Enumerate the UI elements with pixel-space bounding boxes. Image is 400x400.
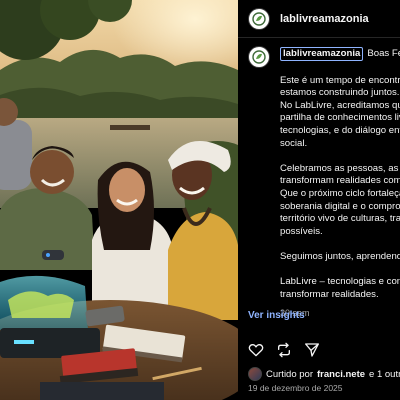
caption-line: soberania digital e o comprom [280, 200, 400, 212]
caption-line: No LabLivre, acreditamos que [280, 99, 400, 111]
caption-paragraph-1: Este é um tempo de encontro estamos cons… [280, 75, 400, 151]
profile-avatar[interactable] [248, 8, 270, 30]
caption-line: transformam realidades com [280, 175, 400, 187]
liker-avatar [248, 367, 262, 381]
view-insights-link[interactable]: Ver insights [248, 310, 305, 321]
header-divider [238, 37, 400, 38]
post-photo-illustration [0, 0, 238, 400]
caption-line: Este é um tempo de encontro [280, 74, 400, 86]
post-date: 19 de dezembro de 2025 [248, 383, 343, 393]
caption-paragraph-2: Celebramos as pessoas, as re transformam… [280, 163, 400, 239]
caption-line: transformar realidades. [280, 288, 379, 300]
post-photo[interactable] [0, 0, 238, 400]
send-icon[interactable] [304, 342, 320, 358]
leaf-logo-icon [252, 50, 266, 64]
caption-line: social. [280, 137, 308, 149]
liker-name[interactable]: franci.nete [317, 369, 365, 380]
caption-paragraph-4: LabLivre – tecnologias e conh transforma… [280, 276, 400, 301]
post-side-panel: lablivreamazonia lablivreamazonia Boas F… [238, 0, 400, 400]
caption-row: lablivreamazonia Boas Festas Este é um t… [248, 46, 400, 320]
caption-line: território vivo de culturas, tra [280, 213, 400, 225]
caption-body: lablivreamazonia Boas Festas Este é um t… [280, 46, 400, 320]
caption-line: partilha de conhecimentos liv [280, 112, 400, 124]
caption-first-line: lablivreamazonia Boas Festas [280, 46, 400, 62]
liked-by-row[interactable]: Curtido por franci.nete e 1 outra [248, 367, 400, 381]
instagram-post-view: lablivreamazonia lablivreamazonia Boas F… [0, 0, 400, 400]
caption-greeting: Boas Festas [367, 47, 400, 59]
post-actions [248, 342, 320, 358]
caption-line: Que o próximo ciclo fortaleça [280, 187, 400, 199]
caption-username-link[interactable]: lablivreamazonia [280, 46, 364, 62]
caption-avatar[interactable] [248, 46, 270, 68]
leaf-logo-icon [252, 12, 266, 26]
liked-by-suffix[interactable]: e 1 outra [369, 369, 400, 380]
caption-line: LabLivre – tecnologias e conh [280, 276, 400, 288]
post-header: lablivreamazonia [248, 8, 369, 30]
caption-line: tecnologias, e do diálogo entr [280, 124, 400, 136]
caption-line: Seguimos juntos, aprendendo [280, 250, 400, 262]
caption-line: possíveis. [280, 225, 323, 237]
header-username[interactable]: lablivreamazonia [280, 13, 369, 25]
caption-line: Celebramos as pessoas, as re [280, 162, 400, 174]
caption-line: estamos construindo juntos. [280, 87, 400, 99]
caption-paragraph-3: Seguimos juntos, aprendendo [280, 251, 400, 264]
repost-icon[interactable] [276, 342, 292, 358]
heart-icon[interactable] [248, 342, 264, 358]
liked-by-prefix: Curtido por [266, 368, 313, 380]
